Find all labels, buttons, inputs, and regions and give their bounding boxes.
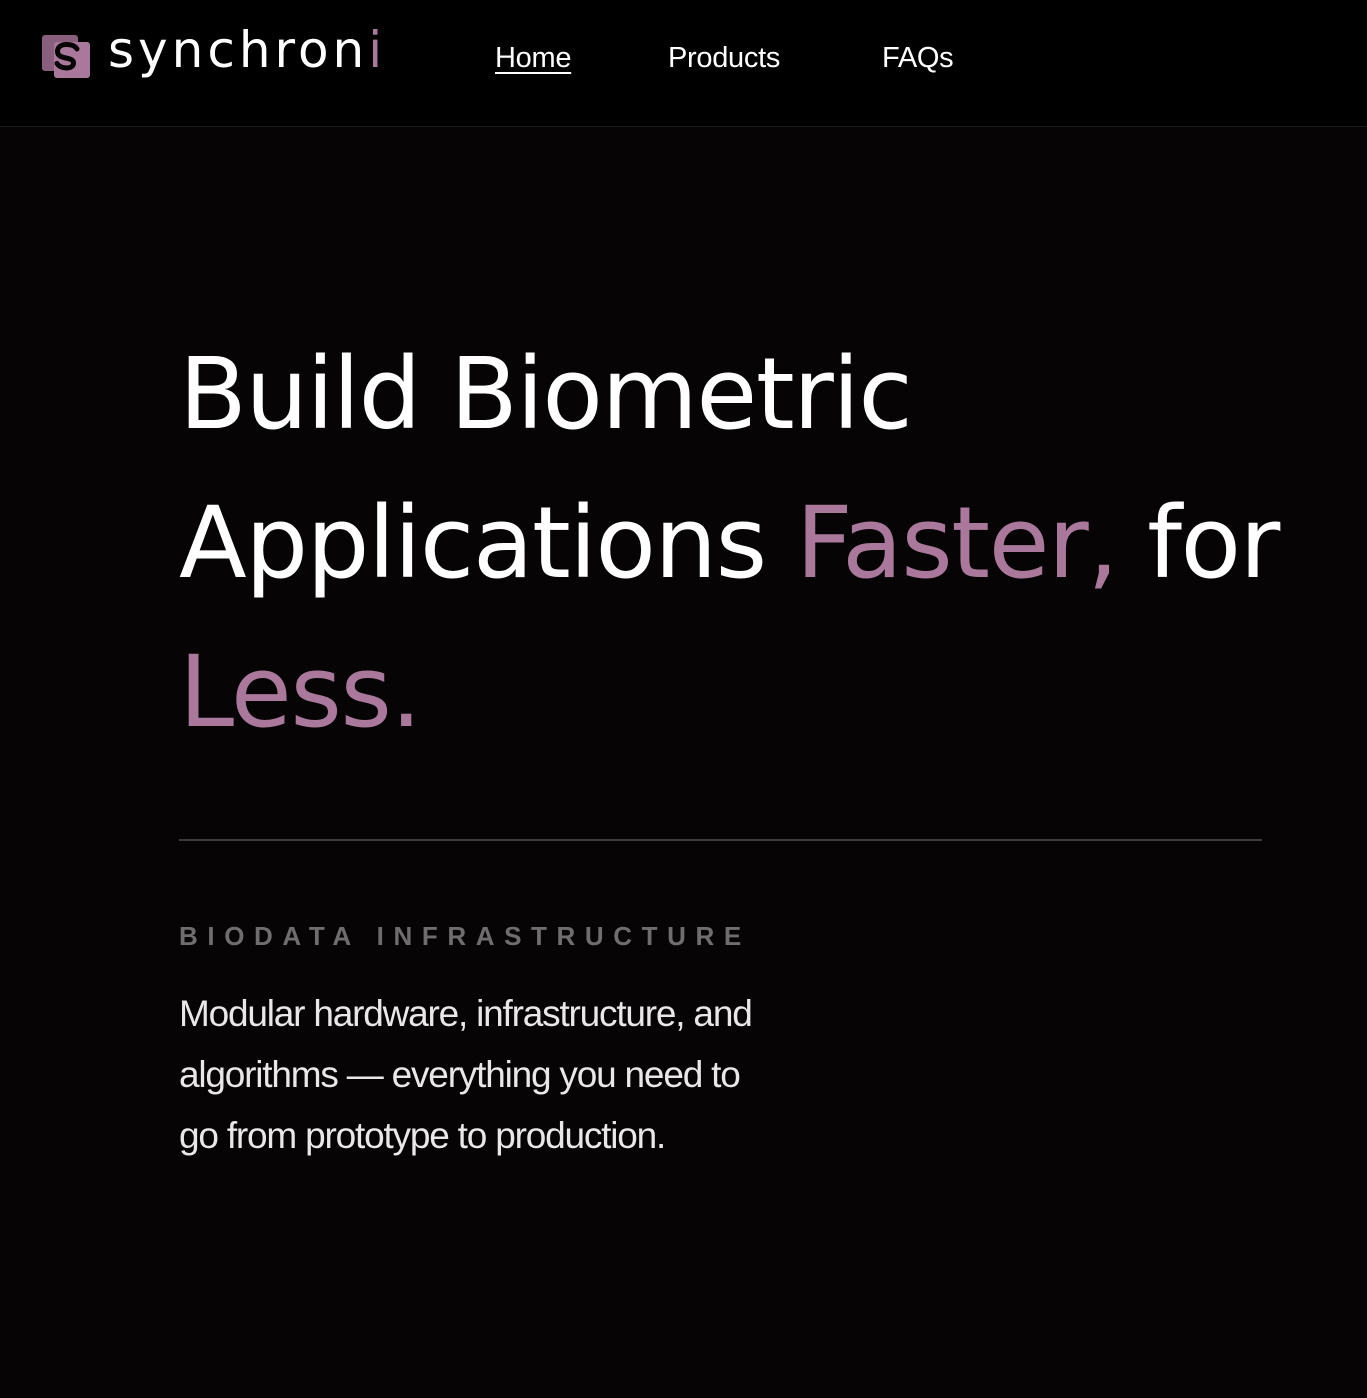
top-navbar: synchroni Home Products FAQs: [0, 0, 1367, 127]
section-eyebrow: BIODATA INFRASTRUCTURE: [179, 921, 751, 951]
nav-link-faqs[interactable]: FAQs: [882, 40, 954, 76]
hero-title-part2: for: [1117, 486, 1280, 601]
brand-wordmark: synchroni: [108, 21, 387, 79]
synchroni-s-logo-icon: [42, 35, 90, 78]
hero-title-highlight-less: Less.: [179, 635, 422, 750]
hero-title-highlight-faster: Faster,: [795, 486, 1119, 601]
nav-link-home[interactable]: Home: [495, 40, 571, 76]
hero-title: Build Biometric Applications Faster, for…: [179, 320, 1299, 767]
section-description: Modular hardware, infrastructure, and al…: [179, 993, 753, 1156]
section-divider: [179, 839, 1262, 841]
nav-link-products[interactable]: Products: [668, 40, 780, 76]
brand-logo-link[interactable]: synchroni: [42, 24, 386, 84]
hero-section: Build Biometric Applications Faster, for…: [179, 320, 1299, 767]
